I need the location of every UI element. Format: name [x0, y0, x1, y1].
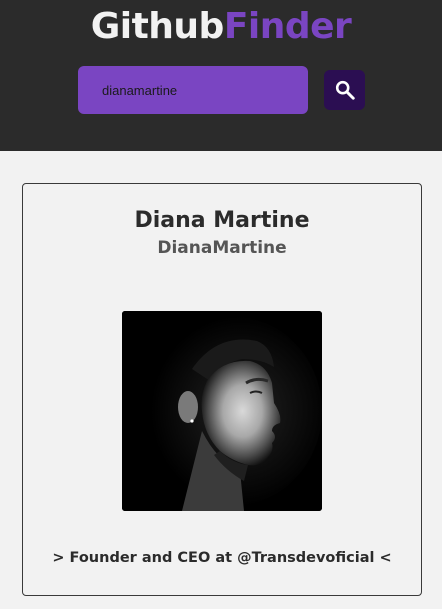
profile-card: Diana Martine DianaMartine > Founder and… [22, 183, 422, 596]
app-logo: GithubFinder [0, 4, 442, 50]
profile-login: DianaMartine [157, 238, 287, 258]
search-input[interactable] [78, 66, 308, 114]
logo-part-github: Github [90, 6, 225, 47]
avatar-portrait [122, 311, 322, 511]
search-icon [335, 80, 355, 100]
profile-name: Diana Martine [134, 208, 310, 233]
logo-part-finder: Finder [223, 6, 352, 47]
search-button[interactable] [324, 70, 365, 110]
app-header: GithubFinder [0, 0, 442, 151]
profile-bio: > Founder and CEO at @Transdevoficial < [52, 550, 392, 566]
avatar [122, 311, 322, 511]
